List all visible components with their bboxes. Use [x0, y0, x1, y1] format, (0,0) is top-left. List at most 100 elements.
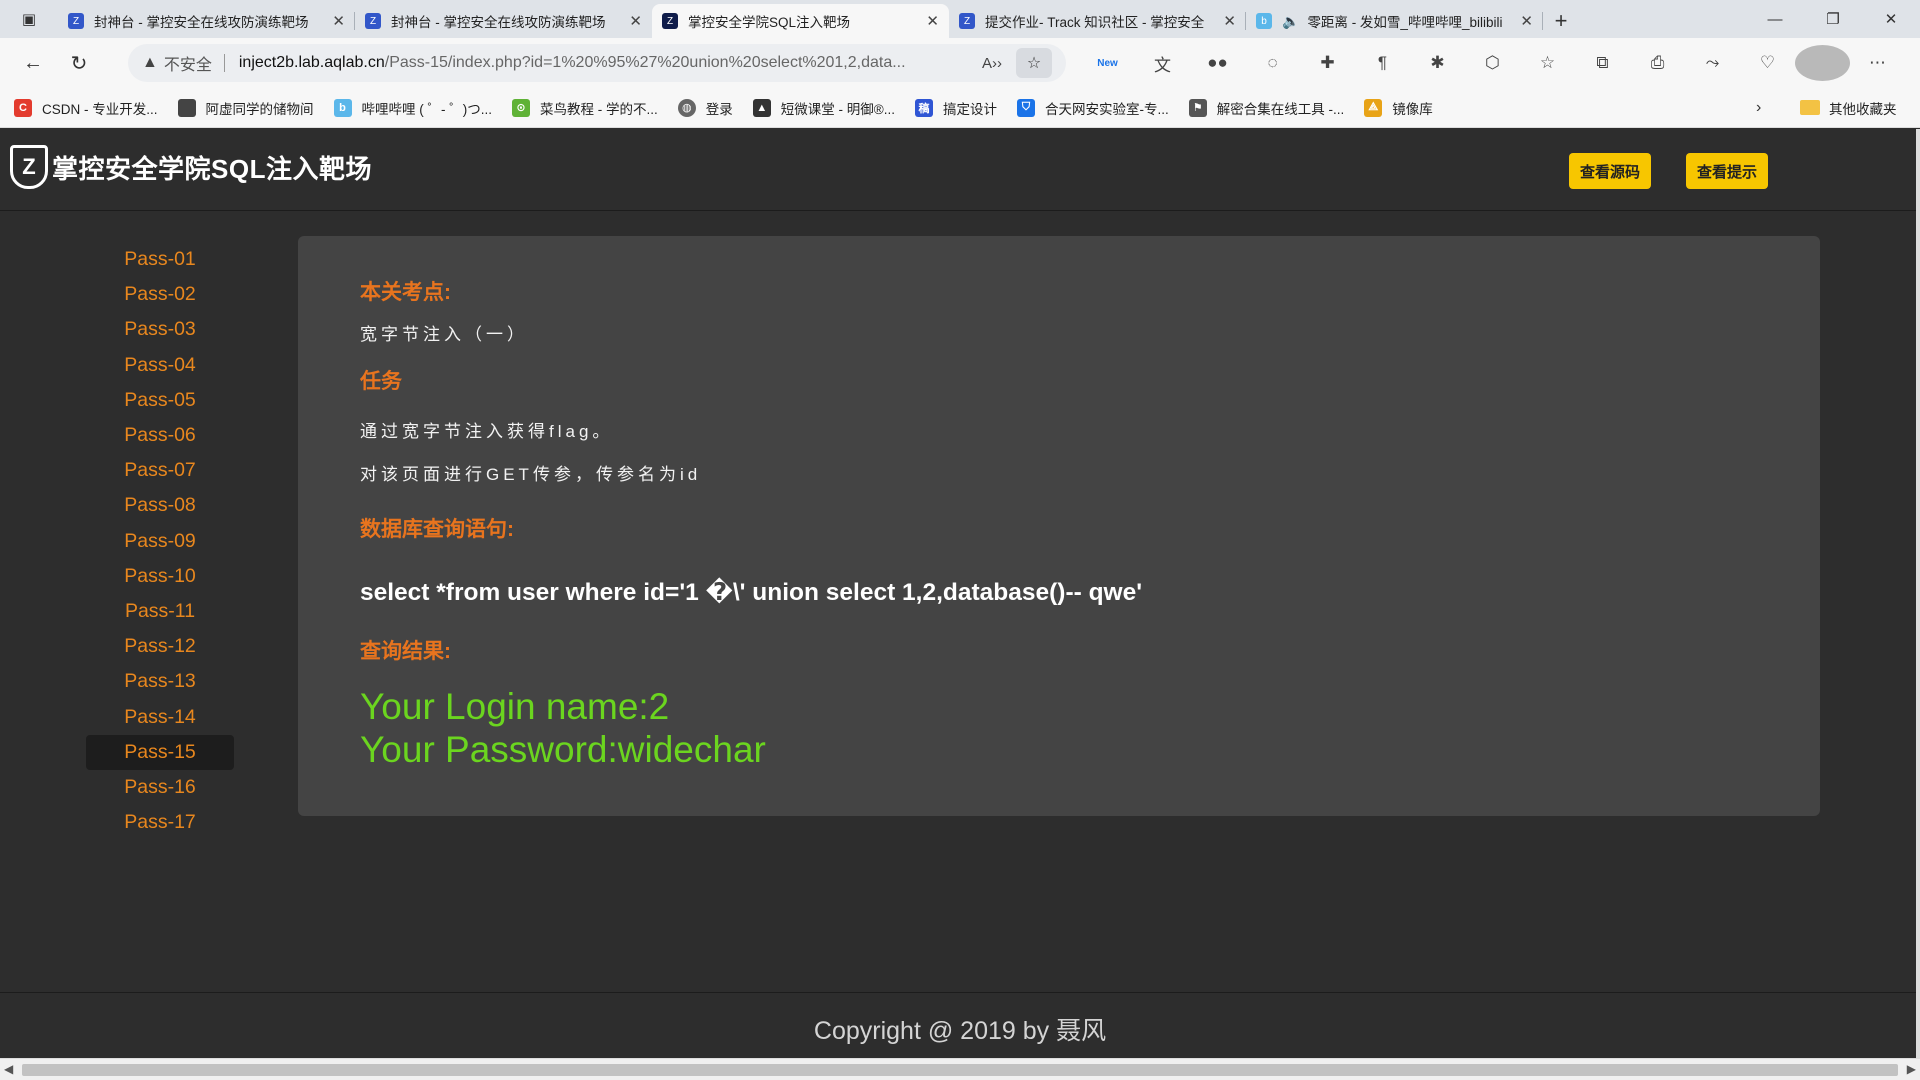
- favorites-icon[interactable]: ☆: [1520, 45, 1575, 81]
- address-bar[interactable]: ▲ 不安全 inject2b.lab.aqlab.cn/Pass-15/inde…: [128, 44, 1066, 82]
- close-icon[interactable]: ✕: [1520, 12, 1533, 30]
- collections-icon[interactable]: ⧉: [1575, 45, 1630, 81]
- tab-actions-icon: ▣: [21, 11, 37, 28]
- sidebar-item-pass-10[interactable]: Pass-10: [86, 559, 234, 594]
- scrollbar-thumb[interactable]: [22, 1064, 1898, 1076]
- result-password: Your Password:widechar: [360, 729, 766, 770]
- bookmark-item[interactable]: ⛉ 合天网安实验室-专...: [1016, 98, 1169, 118]
- site-logo[interactable]: Z 掌控安全学院SQL注入靶场: [10, 145, 372, 189]
- scroll-right-icon[interactable]: ▶: [1907, 1062, 1916, 1076]
- bookmark-item[interactable]: 阿虚同学的储物间: [177, 98, 314, 118]
- other-bookmarks-folder[interactable]: 其他收藏夹: [1800, 98, 1897, 118]
- add-note-icon[interactable]: ✚: [1300, 45, 1355, 81]
- sidebar-item-pass-08[interactable]: Pass-08: [86, 488, 234, 523]
- box-icon: [177, 98, 196, 117]
- shield-icon: Z: [662, 13, 678, 29]
- sidebar-item-pass-12[interactable]: Pass-12: [86, 629, 234, 664]
- sidebar-item-pass-11[interactable]: Pass-11: [86, 594, 234, 629]
- url-text[interactable]: inject2b.lab.aqlab.cn/Pass-15/index.php?…: [239, 54, 972, 72]
- browser-tab-active[interactable]: Z 掌控安全学院SQL注入靶场 ✕: [652, 4, 949, 38]
- sidebar-item-pass-07[interactable]: Pass-07: [86, 453, 234, 488]
- sidebar-item-pass-04[interactable]: Pass-04: [86, 348, 234, 383]
- csdn-icon: C: [14, 98, 32, 117]
- result-login-name: Your Login name:2: [360, 686, 670, 727]
- profile-avatar[interactable]: [1795, 45, 1850, 81]
- vertical-scrollbar[interactable]: [1916, 129, 1920, 1058]
- refresh-icon: ↻: [70, 52, 88, 75]
- view-hint-button[interactable]: 查看提示: [1686, 153, 1769, 189]
- chevron-right-icon[interactable]: ›: [1756, 99, 1761, 117]
- url-host: inject2b.lab.aqlab.cn: [238, 54, 385, 71]
- bookmark-item[interactable]: b 哔哩哔哩 ( ゜- ゜)つ...: [333, 98, 492, 118]
- browser-tab[interactable]: Z 封神台 - 掌控安全在线攻防演练靶场 ✕: [58, 4, 355, 38]
- screenshot-icon[interactable]: ⎙: [1630, 45, 1685, 81]
- browser-tab[interactable]: Z 提交作业- Track 知识社区 - 掌控安全 ✕: [949, 4, 1246, 38]
- read-aloud-icon[interactable]: A››: [982, 55, 1002, 72]
- task-line-2: 对该页面进行GET传参，传参名为id: [360, 465, 702, 484]
- horizontal-scrollbar[interactable]: ◀ ▶: [0, 1058, 1920, 1080]
- sidebar-item-pass-06[interactable]: Pass-06: [86, 418, 234, 453]
- extension-gray-icon[interactable]: ✱: [1410, 45, 1465, 81]
- sidebar-item-pass-05[interactable]: Pass-05: [86, 383, 234, 418]
- sidebar-item-pass-09[interactable]: Pass-09: [86, 524, 234, 559]
- view-source-button[interactable]: 查看源码: [1569, 153, 1652, 189]
- favorite-star-button[interactable]: ☆: [1016, 48, 1052, 78]
- close-icon[interactable]: ✕: [1223, 12, 1236, 30]
- extension-new-button[interactable]: New: [1080, 45, 1135, 81]
- minimize-icon[interactable]: —: [1746, 0, 1804, 38]
- tab-separator: [1542, 12, 1543, 30]
- browser-tab[interactable]: b 🔈 零距离 - 发如雪_哔哩哔哩_bilibili ✕: [1246, 4, 1543, 38]
- close-window-icon[interactable]: ✕: [1862, 0, 1920, 38]
- close-icon[interactable]: ✕: [629, 12, 642, 30]
- tab-actions-button[interactable]: ▣: [0, 0, 58, 38]
- back-arrow-icon: ←: [23, 51, 43, 74]
- translate-icon[interactable]: 文: [1135, 45, 1190, 81]
- browser-essentials-icon[interactable]: ♡: [1740, 45, 1795, 81]
- tab-strip: ▣ Z 封神台 - 掌控安全在线攻防演练靶场 ✕ Z 封神台 - 掌控安全在线攻…: [0, 0, 1920, 38]
- bookmark-item[interactable]: 稿搞定设计: [914, 98, 997, 118]
- shield-icon: Z: [68, 13, 84, 29]
- share-icon[interactable]: ⤳: [1685, 45, 1740, 81]
- task-heading: 任务: [360, 370, 402, 393]
- close-icon[interactable]: ✕: [332, 12, 345, 30]
- bookmark-item[interactable]: ⟁ 镜像库: [1364, 98, 1433, 118]
- bookmark-label: CSDN - 专业开发...: [42, 101, 158, 117]
- restore-icon[interactable]: ❐: [1804, 0, 1862, 38]
- sidebar-item-pass-16[interactable]: Pass-16: [86, 770, 234, 805]
- sidebar-item-pass-14[interactable]: Pass-14: [86, 699, 234, 734]
- sidebar-item-pass-15[interactable]: Pass-15: [86, 734, 234, 770]
- topic-text: 宽字节注入（一）: [360, 325, 528, 344]
- sidebar-item-pass-13[interactable]: Pass-13: [86, 664, 234, 699]
- new-badge: New: [1097, 57, 1118, 69]
- query-heading: 数据库查询语句:: [360, 518, 514, 541]
- bookmark-item[interactable]: ⚑ 解密合集在线工具 -...: [1188, 98, 1344, 118]
- main-area: Pass-01 Pass-02 Pass-03 Pass-04 Pass-05 …: [0, 212, 1920, 992]
- bookmark-item[interactable]: ▲ 短微课堂 - 明御®...: [752, 98, 895, 118]
- sidebar-item-pass-02[interactable]: Pass-02: [86, 277, 234, 312]
- tab-title: 封神台 - 掌控安全在线攻防演练靶场: [94, 15, 309, 30]
- new-tab-button[interactable]: +: [1543, 4, 1579, 38]
- close-icon[interactable]: ✕: [926, 12, 939, 30]
- sidebar-item-pass-17[interactable]: Pass-17: [86, 805, 234, 840]
- extensions-toolbar: New 文 ●● ◌ ✚ ¶ ✱ ⬡ ☆ ⧉ ⎙ ⤳ ♡ ⋯: [1080, 45, 1905, 81]
- extension-disabled-icon[interactable]: ◌: [1245, 45, 1300, 81]
- sidebar-item-pass-01[interactable]: Pass-01: [86, 242, 234, 277]
- refresh-button[interactable]: ↻: [56, 45, 102, 81]
- tampermonkey-icon[interactable]: ●●: [1190, 45, 1245, 81]
- topic-heading: 本关考点:: [360, 281, 451, 304]
- bookmark-item[interactable]: ◍ 登录: [677, 98, 733, 118]
- scroll-left-icon[interactable]: ◀: [4, 1062, 13, 1076]
- more-menu-icon[interactable]: ⋯: [1850, 45, 1905, 81]
- content-panel: 本关考点: 宽字节注入（一） 任务 通过宽字节注入获得flag。 对该页面进行G…: [298, 236, 1820, 816]
- bookmark-item[interactable]: C CSDN - 专业开发...: [14, 98, 158, 118]
- puzzle-extensions-icon[interactable]: ⬡: [1465, 45, 1520, 81]
- speaker-icon[interactable]: 🔈: [1282, 13, 1299, 30]
- back-button[interactable]: ←: [10, 45, 56, 81]
- bookmark-label: 菜鸟教程 - 学的不...: [540, 101, 658, 117]
- pilcrow-icon[interactable]: ¶: [1355, 45, 1410, 81]
- browser-tab[interactable]: Z 封神台 - 掌控安全在线攻防演练靶场 ✕: [355, 4, 652, 38]
- tab-title: 提交作业- Track 知识社区 - 掌控安全: [985, 15, 1205, 30]
- url-path: /Pass-15/index.php?id=1%20%95%27%20union…: [384, 54, 906, 71]
- sidebar-item-pass-03[interactable]: Pass-03: [86, 312, 234, 347]
- bookmark-item[interactable]: ⊙ 菜鸟教程 - 学的不...: [512, 98, 658, 118]
